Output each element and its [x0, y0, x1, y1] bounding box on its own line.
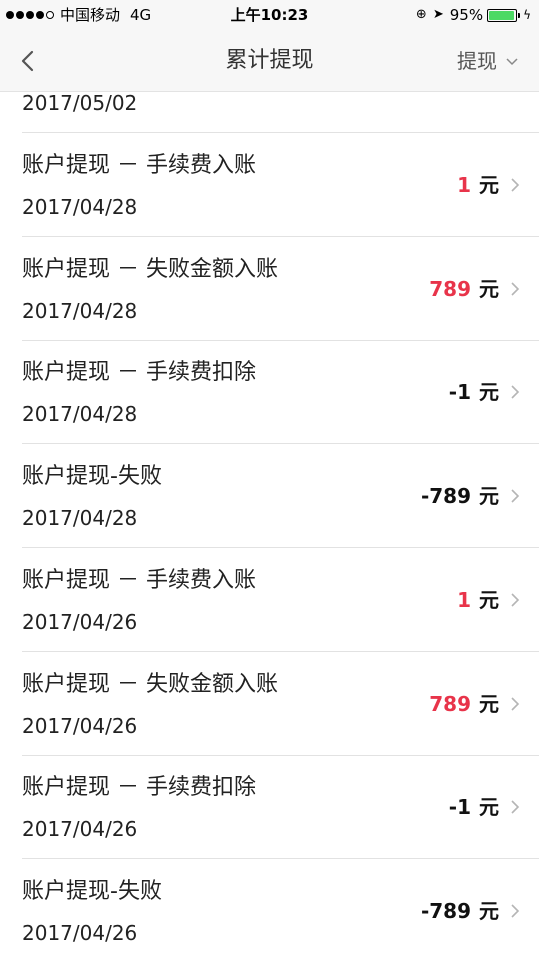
- item-title: 账户提现-失败: [22, 464, 162, 490]
- item-date: 2017/04/26: [22, 713, 138, 738]
- navigation-bar: 累计提现 提现: [0, 30, 539, 92]
- list-item[interactable]: 账户提现 － 手续费入账 2017/04/28 1 元: [0, 133, 539, 237]
- chevron-right-icon: [511, 593, 520, 607]
- charging-bolt-icon: ϟ: [523, 8, 531, 22]
- list-item[interactable]: 账户提现 － 手续费入账 2017/04/26 1 元: [0, 548, 539, 652]
- item-amount: -789 元: [421, 482, 499, 510]
- transaction-list: 2017/05/02 账户提现 － 手续费入账 2017/04/28 1 元账户提现 …: [0, 92, 539, 959]
- amount-unit: 元: [479, 691, 499, 716]
- list-item[interactable]: 账户提现 － 失败金额入账 2017/04/28 789 元: [0, 237, 539, 341]
- item-date: 2017/04/26: [22, 817, 138, 842]
- list-item[interactable]: 账户提现-失败 2017/04/26 -789 元: [0, 859, 539, 959]
- item-amount: -1 元: [449, 378, 499, 406]
- battery-percent: 95%: [449, 6, 484, 24]
- chevron-right-icon: [511, 282, 520, 296]
- list-item[interactable]: 账户提现-失败 2017/04/28 -789 元: [0, 444, 539, 549]
- item-date: 2017/04/26: [22, 920, 138, 945]
- amount-unit: 元: [479, 898, 499, 923]
- amount-value: 789: [429, 276, 471, 301]
- item-date: 2017/04/28: [22, 298, 138, 323]
- item-amount: -1 元: [449, 793, 499, 821]
- item-date: 2017/04/28: [22, 506, 138, 531]
- status-right: ⊕ ➤ 95% ϟ: [416, 5, 531, 25]
- amount-unit: 元: [479, 587, 499, 612]
- rotation-lock-icon: ⊕: [415, 7, 427, 22]
- status-bar: 中国移动 4G 上午10:23 ⊕ ➤ 95% ϟ: [0, 0, 539, 30]
- amount-unit: 元: [479, 173, 499, 197]
- chevron-right-icon: [511, 904, 520, 918]
- amount-unit: 元: [479, 380, 499, 405]
- item-date: 2017/04/28: [22, 195, 138, 219]
- item-title: 账户提现 － 手续费扣除: [22, 360, 256, 386]
- battery-icon: [487, 8, 521, 22]
- item-title: 账户提现 － 手续费扣除: [22, 775, 256, 801]
- filter-dropdown[interactable]: 提现: [457, 47, 519, 75]
- amount-value: -1: [448, 380, 471, 405]
- chevron-right-icon: [511, 489, 520, 503]
- chevron-right-icon: [511, 178, 520, 192]
- amount-value: 1: [457, 587, 471, 612]
- list-item[interactable]: 账户提现 － 手续费扣除 2017/04/26 -1 元: [0, 755, 539, 860]
- item-title: 账户提现 － 手续费入账: [22, 567, 256, 593]
- amount-value: 789: [429, 691, 471, 716]
- chevron-right-icon: [511, 385, 520, 399]
- chevron-right-icon: [511, 800, 520, 814]
- amount-value: 1: [457, 173, 471, 197]
- item-title: 账户提现 － 失败金额入账: [22, 671, 278, 697]
- chevron-right-icon: [511, 696, 520, 711]
- item-amount: -789 元: [421, 897, 499, 925]
- partial-row-date: 2017/05/02: [22, 92, 138, 115]
- chevron-left-icon: [21, 50, 34, 72]
- amount-value: -789: [420, 484, 471, 509]
- amount-value: -1: [448, 795, 471, 820]
- item-title: 账户提现 － 失败金额入账: [22, 256, 278, 282]
- item-amount: 1元: [457, 171, 499, 199]
- item-amount: 789 元: [429, 275, 499, 303]
- chevron-down-icon: [506, 58, 518, 66]
- item-amount: 789 元: [429, 690, 499, 718]
- list-item[interactable]: 账户提现 － 失败金额入账 2017/04/26 789 元: [0, 652, 539, 756]
- amount-unit: 元: [479, 484, 499, 509]
- item-date: 2017/04/28: [22, 402, 138, 427]
- filter-label: 提现: [457, 49, 497, 73]
- list-item[interactable]: 账户提现 － 手续费扣除 2017/04/28 -1 元: [0, 340, 539, 445]
- item-date: 2017/04/26: [22, 609, 138, 634]
- item-amount: 1元: [457, 586, 499, 614]
- back-button[interactable]: [14, 44, 46, 78]
- amount-value: -789: [420, 898, 471, 923]
- amount-unit: 元: [479, 276, 499, 301]
- item-title: 账户提现-失败: [22, 878, 162, 904]
- location-arrow-icon: ➤: [432, 7, 444, 22]
- item-title: 账户提现 － 手续费入账: [22, 153, 256, 178]
- amount-unit: 元: [479, 795, 499, 820]
